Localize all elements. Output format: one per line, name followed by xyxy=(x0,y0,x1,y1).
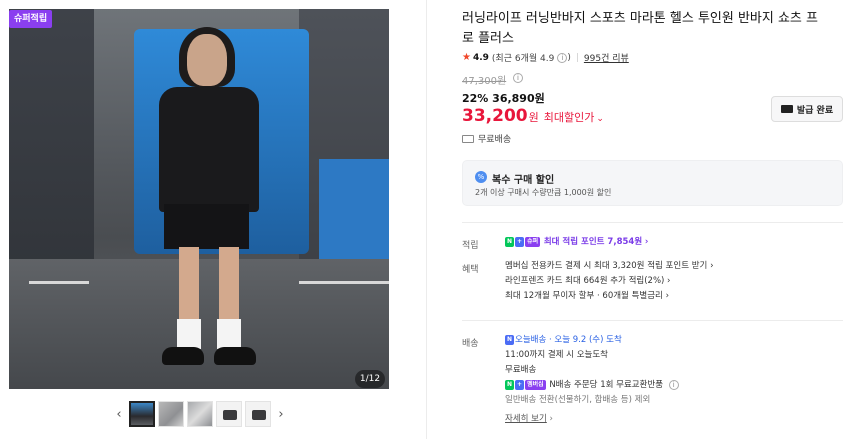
benefit-text: 라인프렌즈 카드 최대 664원 추가 적립(2%) xyxy=(505,276,665,286)
original-price-text: 47,300원 xyxy=(462,76,507,87)
delivery-exclude: 일반배송 전환(선물하기, 합배송 등) 제외 xyxy=(505,395,651,405)
delivery-cutoff: 11:00까지 결제 시 오늘도착 xyxy=(505,350,608,360)
percent-icon: % xyxy=(475,171,487,183)
bulk-discount-desc: 2개 이상 구매시 수량만큼 1,000원 할인 xyxy=(475,188,612,197)
chevron-down-icon: ⌄ xyxy=(596,114,604,124)
divider xyxy=(462,222,843,223)
super-points-badge: 슈퍼적립 xyxy=(9,10,53,28)
delivery-info: N 오늘배송 · 오늘 9.2 (수) 도착 11:00까지 결제 시 오늘도착 … xyxy=(505,333,679,427)
benefit-item[interactable]: 멤버십 전용카드 결제 시 최대 3,320원 적립 포인트 받기 › xyxy=(505,259,713,274)
info-icon[interactable]: i xyxy=(557,52,568,63)
membership-icon: 멤버십 xyxy=(525,379,546,390)
model-sock-right xyxy=(217,319,241,349)
plus-icon: + xyxy=(515,379,525,390)
chevron-right-icon: › xyxy=(549,414,553,424)
bulk-discount-title: 복수 구매 할인 xyxy=(492,175,555,186)
review-count-link[interactable]: 995건 리뷰 xyxy=(584,51,629,64)
rating-row: ★ 4.9 (최근 6개월 4.9 i) | 995건 리뷰 xyxy=(462,51,629,64)
model-shoe-right xyxy=(214,347,256,365)
today-delivery-date: · 오늘 9.2 (수) 도착 xyxy=(549,335,622,345)
points-row[interactable]: N + 슈퍼 최대 적립 포인트 7,854원 › xyxy=(505,235,648,250)
chevron-right-icon: › xyxy=(665,291,669,301)
naver-n-icon: N xyxy=(505,236,515,247)
image-bg-road-line-2 xyxy=(299,281,389,284)
naver-n-icon: N xyxy=(505,379,515,390)
truck-icon xyxy=(462,134,474,143)
thumb-prev-icon[interactable]: ‹ xyxy=(112,400,126,428)
today-delivery-row: N 오늘배송 · 오늘 9.2 (수) 도착 xyxy=(505,333,679,348)
thumbnail-3[interactable] xyxy=(187,401,213,427)
info-icon[interactable]: i xyxy=(668,379,679,390)
exchange-row: N + 멤버십 N배송 주문당 1회 무료교환반품 i xyxy=(505,378,679,393)
model-shoe-left xyxy=(162,347,204,365)
final-price-unit: 원 xyxy=(528,111,539,124)
model-sock-left xyxy=(177,319,201,349)
thumbnail-strip: ‹ › xyxy=(112,400,288,428)
column-divider xyxy=(426,0,427,439)
thumbnail-5[interactable] xyxy=(245,401,271,427)
price-info-icon[interactable]: i xyxy=(513,73,523,83)
product-info: 러닝라이프 러닝반바지 스포츠 마라톤 헬스 투인원 반바지 쇼츠 프로 플러스… xyxy=(462,0,843,439)
points-label: 적립 xyxy=(462,241,479,251)
max-discount-label: 최대할인가 xyxy=(543,111,595,124)
plus-icon: + xyxy=(515,236,525,247)
super-icon: 슈퍼 xyxy=(525,236,541,247)
delivery-label: 배송 xyxy=(462,339,479,349)
discount-price: 22% 36,890원 xyxy=(462,92,545,105)
benefit-text: 멤버십 전용카드 결제 시 최대 3,320원 적립 포인트 받기 xyxy=(505,261,708,271)
rating-recent: (최근 6개월 4.9 xyxy=(491,54,555,64)
benefit-item[interactable]: 최대 12개월 무이자 할부 · 60개월 특별금리 › xyxy=(505,289,713,304)
details-link[interactable]: 자세히 보기 xyxy=(505,414,547,424)
details-row: 자세히 보기 › xyxy=(505,412,679,427)
product-main-image[interactable]: 1/12 xyxy=(9,9,389,389)
final-price: 33,200 xyxy=(462,106,528,126)
shipping-info: 무료배송 xyxy=(462,132,511,145)
chevron-right-icon: › xyxy=(667,276,671,286)
coupon-icon xyxy=(780,105,793,113)
rating-separator: | xyxy=(575,52,579,63)
product-title: 러닝라이프 러닝반바지 스포츠 마라톤 헬스 투인원 반바지 쇼츠 프로 플러스 xyxy=(462,11,818,46)
today-delivery-brand: 오늘배송 xyxy=(515,335,547,345)
final-price-row[interactable]: 33,200 원 최대할인가 ⌄ xyxy=(462,106,604,126)
today-delivery-icon: N xyxy=(505,334,515,345)
rating-recent-close: ) xyxy=(567,52,571,63)
benefit-item[interactable]: 라인프렌즈 카드 최대 664원 추가 적립(2%) › xyxy=(505,274,713,289)
coupon-issued-button[interactable]: 발급 완료 xyxy=(771,96,843,122)
chevron-right-icon: › xyxy=(710,261,714,271)
benefits-label: 혜택 xyxy=(462,265,479,275)
model-shirt xyxy=(159,87,259,212)
thumbnail-4[interactable] xyxy=(216,401,242,427)
model-face xyxy=(187,34,227,86)
benefits-list: 멤버십 전용카드 결제 시 최대 3,320원 적립 포인트 받기 › 라인프렌… xyxy=(505,259,713,304)
rating-score: 4.9 xyxy=(472,52,489,63)
coupon-button-label: 발급 완료 xyxy=(796,105,834,116)
shipping-free-label: 무료배송 xyxy=(478,135,512,145)
image-bg-road-line xyxy=(29,281,89,284)
product-gallery: 1/12 슈퍼적립 ‹ › xyxy=(0,0,427,439)
image-counter: 1/12 xyxy=(355,370,385,388)
benefit-text: 최대 12개월 무이자 할부 · 60개월 특별금리 xyxy=(505,291,663,301)
points-text: 최대 적립 포인트 7,854원 xyxy=(543,237,643,247)
thumb-next-icon[interactable]: › xyxy=(274,400,288,428)
model-shorts xyxy=(164,204,249,249)
delivery-free: 무료배송 xyxy=(505,365,537,375)
bulk-discount-box: % 복수 구매 할인 2개 이상 구매시 수량만큼 1,000원 할인 xyxy=(462,160,843,206)
star-icon: ★ xyxy=(462,52,471,63)
original-price: 47,300원 xyxy=(462,72,506,87)
exchange-text: N배송 주문당 1회 무료교환반품 xyxy=(549,380,664,390)
thumbnail-1[interactable] xyxy=(129,401,155,427)
divider xyxy=(462,320,843,321)
chevron-right-icon: › xyxy=(644,237,649,247)
thumbnail-2[interactable] xyxy=(158,401,184,427)
image-bg-truck-2 xyxy=(319,159,389,264)
